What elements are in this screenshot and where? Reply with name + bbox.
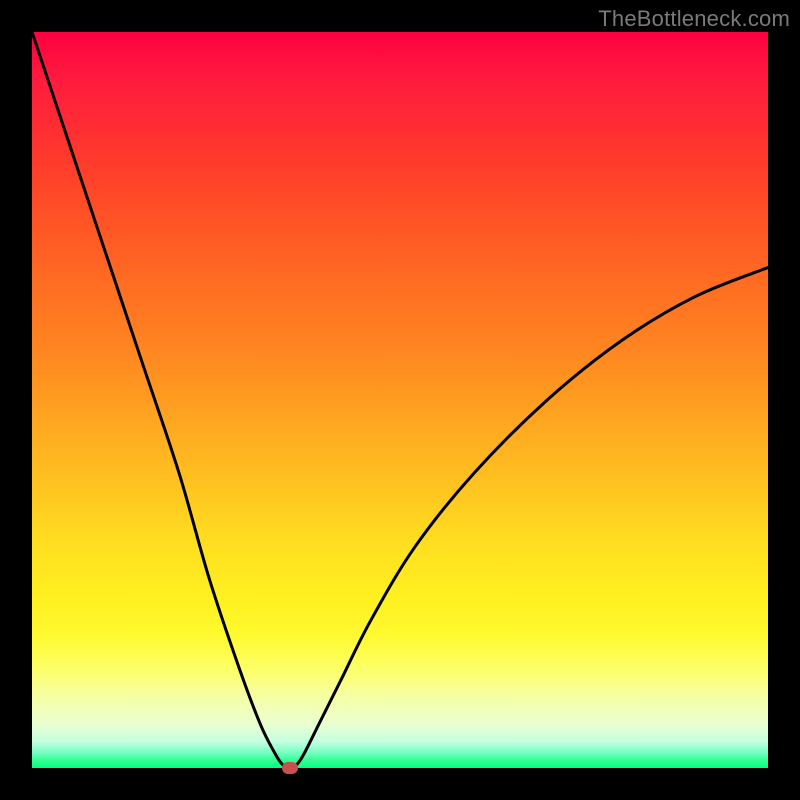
bottleneck-curve-path <box>32 32 768 768</box>
plot-area <box>32 32 768 768</box>
curve-svg <box>32 32 768 768</box>
optimal-point-marker <box>282 762 298 774</box>
chart-container: TheBottleneck.com <box>0 0 800 800</box>
watermark-text: TheBottleneck.com <box>598 6 790 32</box>
